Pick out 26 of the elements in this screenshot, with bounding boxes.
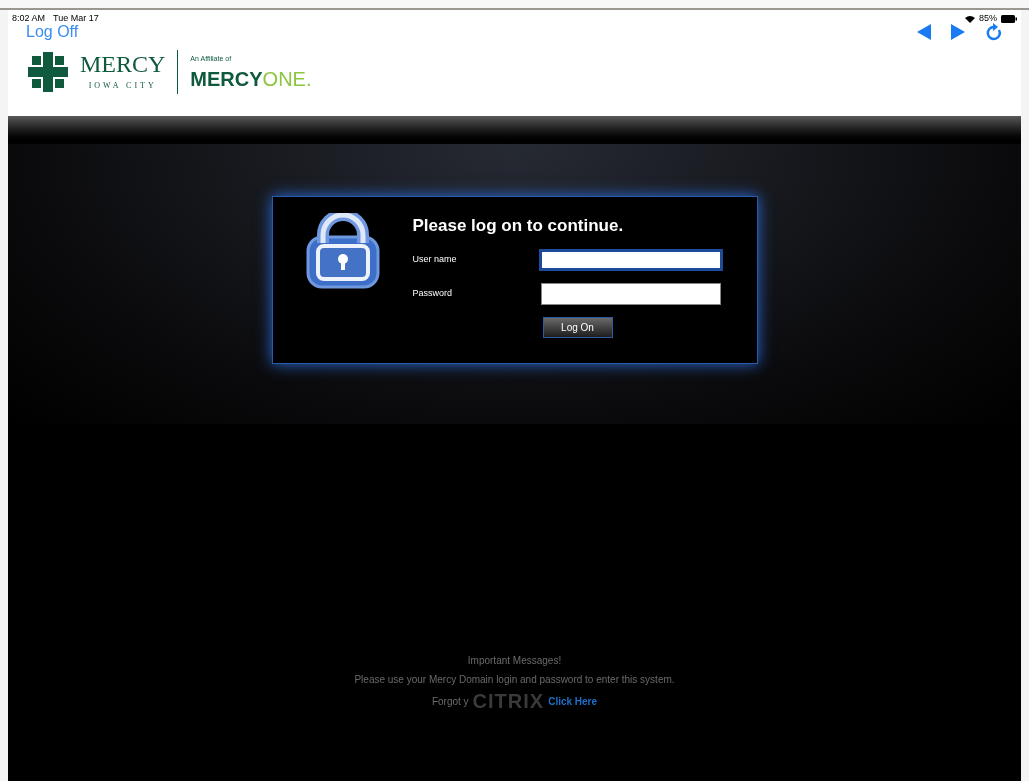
field-label: Password <box>412 286 453 300</box>
field-label: User name <box>412 252 458 266</box>
wordmark-accent-text: ONE. <box>262 68 312 89</box>
messages-heading: Important Messages! <box>467 654 562 668</box>
wifi-icon <box>965 14 975 23</box>
battery-percent: 85% <box>979 12 997 25</box>
login-title: Please log on to continue. <box>412 215 625 237</box>
refresh-icon[interactable] <box>985 21 1003 42</box>
messages-body: Please use your Mercy Domain login and password to enter this system. <box>354 673 675 687</box>
forward-arrow-icon[interactable] <box>951 23 965 40</box>
status-date: Tue Mar 17 <box>53 12 99 25</box>
battery-icon <box>1001 14 1017 23</box>
input-field[interactable] <box>540 282 721 305</box>
logo-name: MERCY <box>80 51 166 76</box>
padlock-icon <box>305 213 380 289</box>
input-field[interactable] <box>538 248 723 271</box>
click-here-link[interactable]: Click Here <box>548 693 598 709</box>
log-off-link[interactable]: Log Off <box>26 23 79 40</box>
wordmark-text: MERCY <box>190 68 263 89</box>
back-arrow-icon[interactable] <box>917 23 931 40</box>
log-on-button[interactable]: Log On <box>542 316 613 338</box>
brand-logo-text: CITRIX <box>472 691 545 711</box>
cross-logo-icon <box>28 51 68 92</box>
logo-place: IOWA CITY <box>88 79 157 92</box>
status-time: 8:02 AM <box>12 12 46 25</box>
forgot-text: Forgot y <box>431 694 469 709</box>
